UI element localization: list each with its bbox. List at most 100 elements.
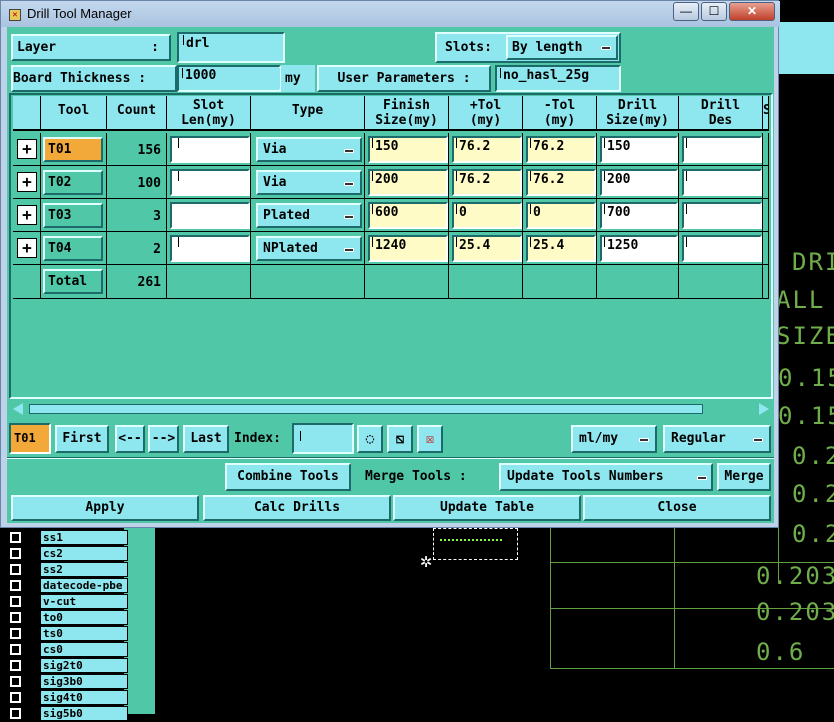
index-input[interactable]	[292, 423, 354, 454]
merge-option-dropdown[interactable]: Update Tools Numbers	[499, 463, 713, 491]
minus-tol-input[interactable]: 76.2	[526, 136, 596, 163]
bulb-icon[interactable]: ◌	[357, 425, 383, 453]
type-dropdown[interactable]: Via	[256, 137, 362, 162]
header-finish-size[interactable]: Finish Size(my)	[365, 96, 449, 131]
layer-row[interactable]: sig2t0	[6, 658, 128, 674]
type-dropdown[interactable]: NPlated	[256, 236, 362, 261]
header-slot-len[interactable]: Slot Len(my)	[167, 96, 251, 131]
minus-tol-input[interactable]: 76.2	[526, 169, 596, 196]
header-drill-des[interactable]: Drill Des	[679, 96, 763, 131]
minus-tol-input[interactable]: 25.4	[526, 235, 596, 262]
layer-checkbox[interactable]	[10, 564, 21, 575]
drill-size-input[interactable]: 1250	[600, 235, 678, 262]
layer-checkbox[interactable]	[10, 660, 21, 671]
layer-checkbox[interactable]	[10, 612, 21, 623]
rescale-icon[interactable]: ⧅	[387, 425, 413, 453]
finish-size-input[interactable]: 200	[368, 169, 448, 196]
layer-checkbox[interactable]	[10, 644, 21, 655]
slot-length-input[interactable]	[170, 235, 250, 262]
minus-tol-input[interactable]: 0	[526, 202, 596, 229]
merge-button[interactable]: Merge	[717, 463, 771, 491]
previous-button[interactable]: <--	[115, 425, 145, 453]
last-button[interactable]: Last	[183, 425, 229, 453]
layer-row[interactable]: sig4t0	[6, 690, 128, 706]
header-drill-size[interactable]: Drill Size(my)	[597, 96, 679, 131]
first-button[interactable]: First	[55, 425, 109, 453]
scroll-thumb[interactable]	[29, 404, 703, 414]
expand-icon[interactable]: +	[17, 238, 37, 258]
drill-size-input[interactable]: 150	[600, 136, 678, 163]
layer-row[interactable]: datecode-pbe	[6, 578, 128, 594]
drill-des-input[interactable]	[682, 202, 762, 229]
update-table-button[interactable]: Update Table	[393, 495, 581, 521]
mode-dropdown[interactable]: Regular	[663, 425, 771, 453]
user-parameters-input[interactable]: no_hasl_25g	[498, 68, 618, 89]
close-window-button[interactable]: ✕	[729, 2, 775, 21]
expand-icon[interactable]: +	[17, 172, 37, 192]
layer-checkbox[interactable]	[10, 580, 21, 591]
finish-size-input[interactable]: 600	[368, 202, 448, 229]
board-thickness-input[interactable]: 1000	[180, 68, 280, 89]
calc-drills-button[interactable]: Calc Drills	[203, 495, 391, 521]
expand-icon[interactable]: +	[17, 139, 37, 159]
tool-button[interactable]: T04	[43, 236, 103, 261]
close-button[interactable]: Close	[583, 495, 771, 521]
tool-button[interactable]: T03	[43, 203, 103, 228]
combine-tools-button[interactable]: Combine Tools	[225, 463, 351, 491]
layer-row[interactable]: ts0	[6, 626, 128, 642]
plus-tol-input[interactable]: 76.2	[452, 169, 522, 196]
scroll-left-icon[interactable]	[13, 403, 23, 415]
drill-size-input[interactable]: 200	[600, 169, 678, 196]
layer-input[interactable]: drl	[181, 35, 281, 59]
layer-checkbox[interactable]	[10, 532, 21, 543]
drill-des-input[interactable]	[682, 136, 762, 163]
maximize-button[interactable]: ☐	[701, 2, 727, 21]
total-button[interactable]: Total	[43, 269, 103, 294]
layer-row[interactable]: sig3b0	[6, 674, 128, 690]
finish-size-input[interactable]: 1240	[368, 235, 448, 262]
drill-des-input[interactable]	[682, 235, 762, 262]
layer-row[interactable]: cs0	[6, 642, 128, 658]
layer-row[interactable]: cs2	[6, 546, 128, 562]
header-count[interactable]: Count	[107, 96, 167, 131]
title-bar[interactable]: ✕ Drill Tool Manager — ☐ ✕	[1, 1, 780, 27]
expand-icon[interactable]: +	[17, 205, 37, 225]
minimize-button[interactable]: —	[673, 2, 699, 21]
slot-length-input[interactable]	[170, 202, 250, 229]
header-tool[interactable]: Tool	[41, 96, 107, 131]
layer-checkbox[interactable]	[10, 628, 21, 639]
layer-checkbox[interactable]	[10, 548, 21, 559]
drill-size-input[interactable]: 700	[600, 202, 678, 229]
plus-tol-input[interactable]: 25.4	[452, 235, 522, 262]
layer-checkbox[interactable]	[10, 596, 21, 607]
header-minus-tol[interactable]: -Tol (my)	[523, 96, 597, 131]
units-dropdown[interactable]: ml/my	[571, 425, 657, 453]
plus-tol-input[interactable]: 76.2	[452, 136, 522, 163]
slot-length-input[interactable]	[170, 169, 250, 196]
header-s[interactable]: S	[763, 96, 769, 131]
header-type[interactable]: Type	[251, 96, 365, 131]
layer-checkbox[interactable]	[10, 676, 21, 687]
scroll-right-icon[interactable]	[759, 403, 769, 415]
layer-row[interactable]: ss2	[6, 562, 128, 578]
plus-tol-input[interactable]: 0	[452, 202, 522, 229]
layer-row[interactable]: sig5b0	[6, 706, 128, 722]
layer-row[interactable]: ss1	[6, 530, 128, 546]
layer-row[interactable]: v-cut	[6, 594, 128, 610]
type-dropdown[interactable]: Via	[256, 170, 362, 195]
slots-dropdown[interactable]: By length	[506, 35, 618, 60]
delete-icon[interactable]: ☒	[417, 425, 443, 453]
apply-button[interactable]: Apply	[11, 495, 199, 521]
type-dropdown[interactable]: Plated	[256, 203, 362, 228]
layer-row[interactable]: to0	[6, 610, 128, 626]
layer-checkbox[interactable]	[10, 692, 21, 703]
drill-des-input[interactable]	[682, 169, 762, 196]
user-parameters-button[interactable]: User Parameters :	[317, 65, 491, 92]
tool-button[interactable]: T02	[43, 170, 103, 195]
slot-length-input[interactable]	[170, 136, 250, 163]
horizontal-scrollbar[interactable]	[11, 403, 771, 415]
tool-button[interactable]: T01	[43, 137, 103, 162]
header-plus-tol[interactable]: +Tol (my)	[449, 96, 523, 131]
next-button[interactable]: -->	[148, 425, 179, 453]
finish-size-input[interactable]: 150	[368, 136, 448, 163]
